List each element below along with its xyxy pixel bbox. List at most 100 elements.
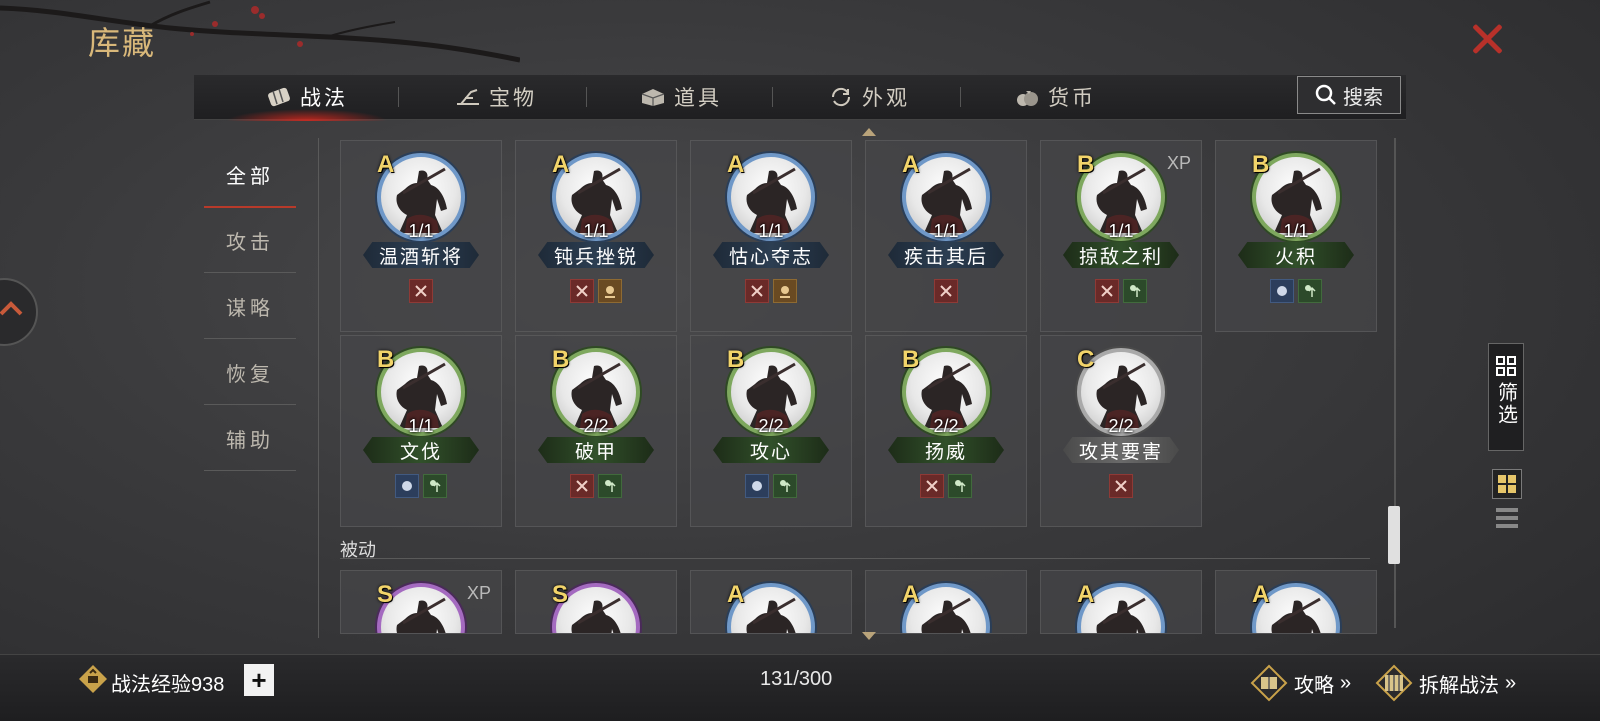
sidebar-item-support[interactable]: 辅助 — [204, 406, 296, 471]
search-label: 搜索 — [1343, 86, 1383, 109]
tactic-count: 1/1 — [583, 221, 609, 241]
general-figure-icon — [571, 597, 621, 633]
tactic-rank: B — [1252, 151, 1270, 178]
tactic-count: 1/1 — [758, 221, 784, 241]
search-button[interactable]: 搜索 — [1297, 76, 1401, 114]
general-figure-icon — [1096, 597, 1146, 633]
tactic-rank: A — [727, 151, 745, 178]
tactic-name: 攻心 — [713, 437, 829, 463]
tactic-card[interactable]: A 1/1 疾击其后 — [865, 140, 1027, 332]
decompose-tactics-link[interactable]: 拆解战法 » — [1375, 664, 1516, 702]
tab-currency[interactable]: 货币 — [1014, 75, 1096, 119]
sidebar-item-strategy[interactable]: 谋略 — [204, 274, 296, 339]
sidebar-item-all[interactable]: 全部 — [204, 142, 296, 208]
tactic-count: 1/1 — [1108, 221, 1134, 241]
tactic-count: 2/2 — [933, 416, 959, 436]
tab-label: 外观 — [862, 87, 910, 110]
book-icon — [1250, 664, 1288, 702]
tactic-card[interactable]: B XP 1/1 掠敌之利 — [1040, 140, 1202, 332]
grid-filter-icon — [1496, 356, 1516, 376]
plum-branch-decoration — [0, 0, 520, 63]
tactic-card[interactable]: C 2/2 攻其要害 — [1040, 335, 1202, 527]
sidebar-item-recovery[interactable]: 恢复 — [204, 340, 296, 405]
passive-tactic-card[interactable]: A — [690, 570, 852, 634]
sidebar-item-label: 攻击 — [226, 231, 274, 254]
control-tag-icon — [598, 279, 622, 303]
tactic-rank: A — [902, 151, 920, 178]
tactic-count: 2/2 — [758, 416, 784, 436]
close-button[interactable] — [1466, 18, 1508, 60]
tactic-card[interactable]: B 2/2 破甲 — [515, 335, 677, 527]
side-drawer-toggle[interactable] — [0, 278, 38, 346]
tactic-count: 2/2 — [583, 416, 609, 436]
tactic-rank: B — [727, 346, 745, 373]
tactic-name: 扬威 — [888, 437, 1004, 463]
tactic-count: 1/1 — [408, 221, 434, 241]
tab-tactics[interactable]: 战法 — [226, 75, 388, 121]
support-tag-icon — [948, 474, 972, 498]
double-chevron-right-icon: » — [1340, 671, 1352, 694]
list-view-button[interactable] — [1494, 506, 1520, 530]
tab-divider — [960, 87, 961, 107]
support-tag-icon — [773, 474, 797, 498]
support-tag-icon — [598, 474, 622, 498]
tactic-count: 1/1 — [1283, 221, 1309, 241]
scroll-down-arrow-icon — [862, 632, 876, 640]
tactic-card[interactable]: B 2/2 攻心 — [690, 335, 852, 527]
tab-treasures[interactable]: 宝物 — [455, 75, 537, 119]
scrollbar-thumb[interactable] — [1388, 506, 1400, 564]
tactic-card[interactable]: B 1/1 火积 — [1215, 140, 1377, 332]
bamboo-scroll-icon — [1375, 664, 1413, 702]
support-tag-icon — [1123, 279, 1147, 303]
general-figure-icon — [746, 597, 796, 633]
double-chevron-right-icon: » — [1505, 671, 1517, 694]
tactic-rank: B — [902, 346, 920, 373]
sidebar-item-label: 恢复 — [226, 363, 274, 386]
tab-label: 道具 — [674, 87, 722, 110]
sidebar-item-label: 全部 — [226, 165, 274, 188]
tactic-count: 1/1 — [933, 221, 959, 241]
passive-tactic-card[interactable]: S — [515, 570, 677, 634]
grid-view-button[interactable] — [1492, 469, 1522, 499]
money-bag-icon — [1017, 91, 1038, 106]
tactic-rank: A — [727, 581, 745, 608]
attack-tag-icon — [1095, 279, 1119, 303]
tactic-tags — [1216, 279, 1376, 303]
attack-tag-icon — [1109, 474, 1133, 498]
tab-appearance[interactable]: 外观 — [828, 75, 910, 119]
tactic-name: 怙心夺志 — [713, 242, 829, 268]
tactic-name: 火积 — [1238, 242, 1354, 268]
xp-badge: XP — [466, 583, 491, 603]
attack-tag-icon — [745, 279, 769, 303]
filter-button[interactable]: 筛选 — [1488, 343, 1524, 451]
tactic-rank: C — [1077, 346, 1095, 373]
tactic-tags — [1041, 279, 1201, 303]
tab-items[interactable]: 道具 — [640, 75, 722, 119]
add-exp-button[interactable]: + — [244, 664, 274, 696]
tactic-rank: B — [1077, 151, 1095, 178]
guide-link[interactable]: 攻略 » — [1250, 664, 1351, 702]
strategy-tag-icon — [395, 474, 419, 498]
tactic-tags — [516, 279, 676, 303]
tactic-name: 掠敌之利 — [1063, 242, 1179, 268]
general-figure-icon — [921, 597, 971, 633]
tactic-tags — [691, 279, 851, 303]
tactic-card[interactable]: A 1/1 温酒斩将 — [340, 140, 502, 332]
passive-tactic-card[interactable]: S XP — [340, 570, 502, 634]
passive-tactic-card[interactable]: A — [1040, 570, 1202, 634]
passive-tactic-card[interactable]: A — [1215, 570, 1377, 634]
tactic-card[interactable]: A 1/1 钝兵挫锐 — [515, 140, 677, 332]
tab-label: 战法 — [300, 87, 348, 110]
passive-tactic-card[interactable]: A — [865, 570, 1027, 634]
tactic-tags — [866, 279, 1026, 303]
tactic-card[interactable]: B 1/1 文伐 — [340, 335, 502, 527]
support-tag-icon — [1298, 279, 1322, 303]
tactic-name: 攻其要害 — [1063, 437, 1179, 463]
tactic-card[interactable]: B 2/2 扬威 — [865, 335, 1027, 527]
tactic-tags — [516, 474, 676, 498]
tactic-tags — [341, 474, 501, 498]
strategy-tag-icon — [745, 474, 769, 498]
tactic-name: 钝兵挫锐 — [538, 242, 654, 268]
sidebar-item-attack[interactable]: 攻击 — [204, 208, 296, 273]
tactic-card[interactable]: A 1/1 怙心夺志 — [690, 140, 852, 332]
